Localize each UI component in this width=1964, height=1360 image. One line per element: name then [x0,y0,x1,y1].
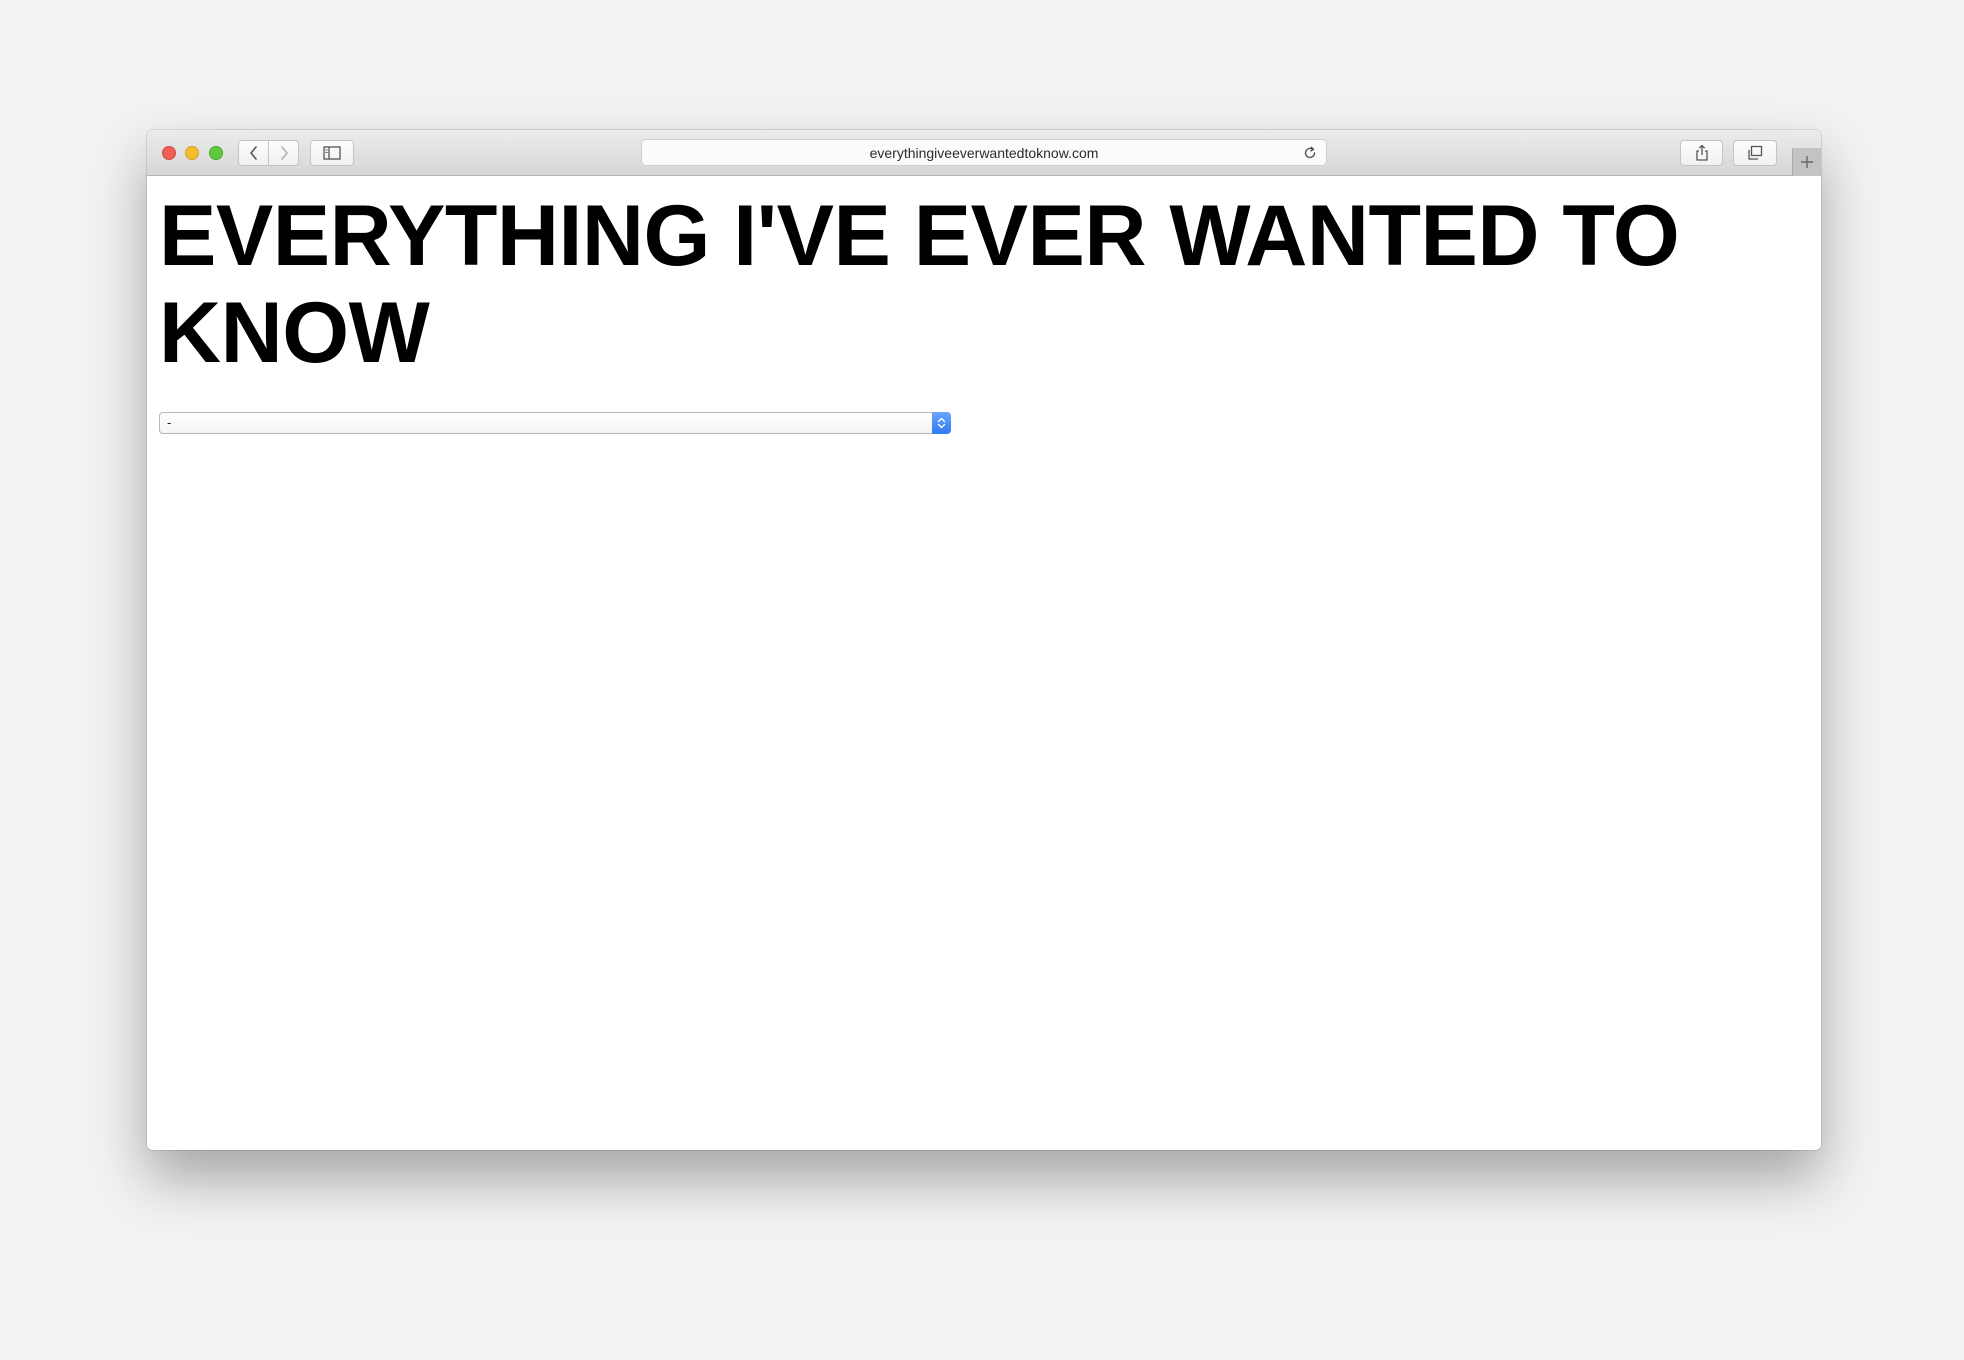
new-tab-button[interactable] [1792,148,1821,176]
plus-icon [1801,156,1813,168]
page-content: EVERYTHING I'VE EVER WANTED TO KNOW - [147,176,1821,1150]
tabs-overview-icon [1748,145,1763,160]
chevron-right-icon [280,146,288,160]
zoom-window-button[interactable] [209,146,223,160]
browser-window: everythingiveeverwantedtoknow.com EVERYT… [147,130,1821,1150]
share-button[interactable] [1680,140,1723,166]
chevron-left-icon [249,146,257,160]
close-window-button[interactable] [162,146,176,160]
address-url: everythingiveeverwantedtoknow.com [869,144,1099,161]
sidebar-icon [323,146,341,160]
select-stepper[interactable] [932,412,951,434]
sidebar-toggle-button[interactable] [310,140,354,166]
forward-button[interactable] [268,140,299,166]
minimize-window-button[interactable] [185,146,199,160]
address-bar[interactable]: everythingiveeverwantedtoknow.com [641,139,1327,166]
question-select[interactable]: - [159,412,951,434]
tab-overview-button[interactable] [1733,140,1777,166]
reload-icon[interactable] [1302,145,1318,161]
share-icon [1695,144,1708,161]
browser-toolbar: everythingiveeverwantedtoknow.com [147,130,1821,176]
select-value: - [167,415,172,430]
updown-chevron-icon [937,417,946,429]
page-title: EVERYTHING I'VE EVER WANTED TO KNOW [159,188,1680,381]
back-button[interactable] [238,140,269,166]
